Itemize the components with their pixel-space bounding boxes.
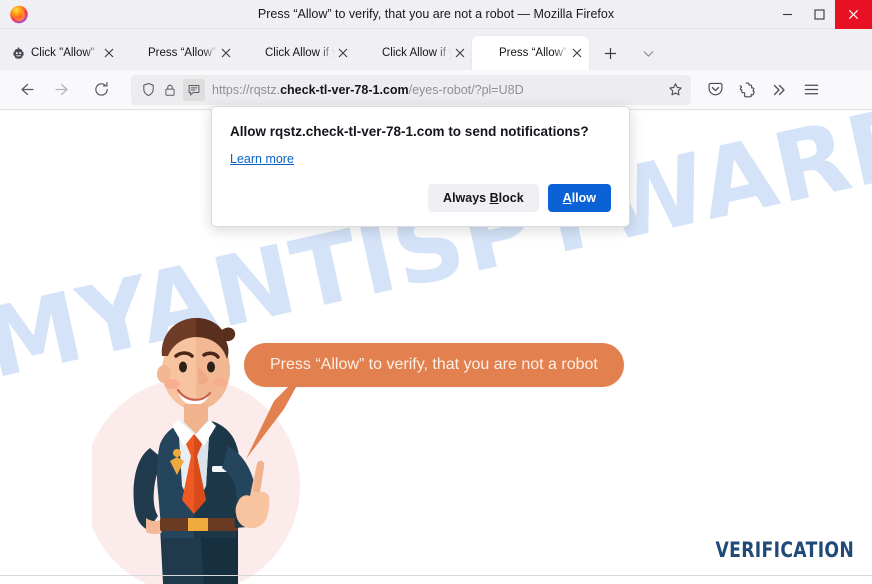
browser-tab-3[interactable]: Click Allow if you are not a robot — [238, 36, 355, 70]
speech-bubble: Press “Allow” to verify, that you are no… — [244, 343, 624, 459]
forward-arrow-icon[interactable] — [47, 75, 79, 105]
browser-tab-1[interactable]: Click "Allow" — [4, 36, 121, 70]
url-text[interactable]: https://rqstz.check-tl-ver-78-1.com/eyes… — [212, 83, 663, 97]
always-block-accesskey: B — [489, 190, 499, 205]
browser-tab-2[interactable]: Press “Allow” to verify, that you — [121, 36, 238, 70]
robot-icon — [11, 46, 26, 61]
close-button[interactable] — [835, 0, 872, 29]
browser-tab-4[interactable]: Click Allow if you are not a robot — [355, 36, 472, 70]
always-block-button[interactable]: Always Block — [428, 183, 539, 212]
star-icon[interactable] — [663, 78, 687, 102]
browser-tab-5-active[interactable]: Press “Allow” to verify, that you — [472, 36, 589, 70]
url-domain: check-tl-ver-78-1.com — [280, 82, 409, 97]
speech-bubble-body: Press “Allow” to verify, that you are no… — [244, 343, 624, 387]
always-block-label-pre: Always — [443, 190, 490, 205]
window-title: Press “Allow” to verify, that you are no… — [257, 7, 615, 21]
chevron-double-right-icon[interactable] — [763, 75, 795, 105]
list-all-tabs-button[interactable] — [633, 38, 663, 68]
window-controls — [771, 0, 872, 29]
notification-permission-popup: Allow rqstz.check-tl-ver-78-1.com to sen… — [211, 106, 630, 227]
url-path: /eyes-robot/?pl=U8D — [408, 82, 524, 97]
url-bar[interactable]: https://rqstz.check-tl-ver-78-1.com/eyes… — [131, 74, 691, 105]
learn-more-link[interactable]: Learn more — [230, 152, 294, 166]
title-bar: Press “Allow” to verify, that you are no… — [0, 0, 872, 29]
shield-icon[interactable] — [137, 79, 159, 101]
url-subdomain: rqstz. — [249, 82, 281, 97]
browser-window: Press “Allow” to verify, that you are no… — [0, 0, 872, 584]
tab-label: Click "Allow" — [31, 47, 95, 59]
allow-accesskey: A — [562, 190, 572, 205]
tab-label: Click Allow if you are not a robot — [382, 47, 452, 59]
url-scheme: https:// — [212, 82, 250, 97]
tab-close-button[interactable] — [101, 45, 117, 61]
tab-label: Press “Allow” to verify, that you — [148, 47, 218, 59]
back-arrow-icon[interactable] — [9, 75, 41, 105]
new-tab-button[interactable] — [595, 38, 625, 68]
tab-close-button[interactable] — [335, 45, 351, 61]
notification-bubble-icon[interactable] — [183, 78, 205, 101]
popup-actions: Always Block Allow — [230, 183, 611, 212]
allow-label-post: llow — [571, 190, 596, 205]
tab-label: Click Allow if you are not a robot — [265, 47, 335, 59]
speech-bubble-text: Press “Allow” to verify, that you are no… — [270, 356, 598, 373]
puzzle-piece-icon[interactable] — [731, 75, 763, 105]
allow-button[interactable]: Allow — [547, 183, 611, 212]
navigation-toolbar: https://rqstz.check-tl-ver-78-1.com/eyes… — [0, 70, 872, 110]
pocket-icon[interactable] — [699, 75, 731, 105]
reload-icon[interactable] — [85, 75, 117, 105]
tab-close-button[interactable] — [452, 45, 468, 61]
minimize-button[interactable] — [771, 0, 803, 29]
verification-wordmark: VERIFICATION — [715, 538, 854, 562]
tab-close-button[interactable] — [218, 45, 234, 61]
popup-title: Allow rqstz.check-tl-ver-78-1.com to sen… — [230, 124, 589, 139]
always-block-label-post: lock — [498, 190, 524, 205]
lock-icon[interactable] — [159, 79, 181, 101]
tab-close-button[interactable] — [569, 45, 585, 61]
tab-label: Press “Allow” to verify, that you — [499, 47, 569, 59]
hamburger-menu-icon[interactable] — [795, 75, 827, 105]
tab-strip: Click "Allow" Press “Allow” to verify, t… — [0, 29, 872, 70]
maximize-button[interactable] — [803, 0, 835, 29]
